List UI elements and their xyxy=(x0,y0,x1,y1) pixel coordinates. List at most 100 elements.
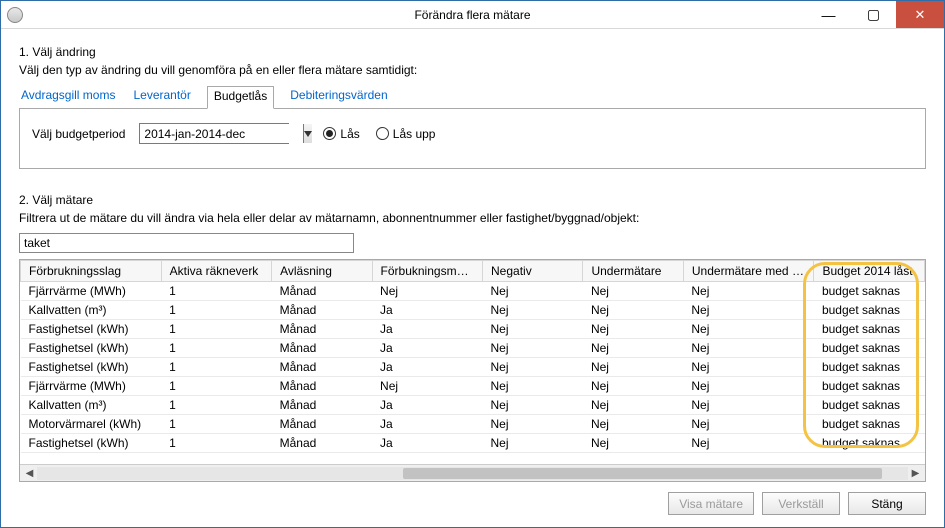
table-cell: 1 xyxy=(161,358,271,377)
content-area: 1. Välj ändring Välj den typ av ändring … xyxy=(1,29,944,527)
col-undermatare-av[interactable]: Undermätare med av… xyxy=(683,261,814,282)
tab-budgetlas[interactable]: Budgetlås xyxy=(207,86,274,109)
table-cell: Nej xyxy=(683,320,814,339)
scroll-track[interactable] xyxy=(37,467,908,480)
table-cell: budget saknas xyxy=(814,434,925,453)
table-cell: 1 xyxy=(161,396,271,415)
table-cell: Månad xyxy=(272,282,372,301)
table-row[interactable]: Fjärrvärme (MWh)1MånadNejNejNejNejbudget… xyxy=(21,282,925,301)
table-cell: Ja xyxy=(372,320,482,339)
tab-debiteringsvarden[interactable]: Debiteringsvärden xyxy=(288,86,389,109)
col-aktiva-rakneverk[interactable]: Aktiva räkneverk xyxy=(161,261,271,282)
table-row[interactable]: Motorvärmarel (kWh)1MånadJaNejNejNejbudg… xyxy=(21,415,925,434)
scroll-left-icon[interactable]: ◀ xyxy=(22,467,37,480)
col-negativ[interactable]: Negativ xyxy=(483,261,583,282)
meter-table-scroll[interactable]: Förbrukningsslag Aktiva räkneverk Avläsn… xyxy=(20,260,925,464)
col-budget-last[interactable]: Budget 2014 låst xyxy=(814,261,925,282)
step2-heading: 2. Välj mätare xyxy=(19,193,926,207)
table-cell: Nej xyxy=(583,301,683,320)
step2-sub: Filtrera ut de mätare du vill ändra via … xyxy=(19,211,926,225)
col-undermatare[interactable]: Undermätare xyxy=(583,261,683,282)
table-cell: Nej xyxy=(683,377,814,396)
chevron-down-icon[interactable] xyxy=(303,124,312,143)
filter-input[interactable] xyxy=(19,233,354,253)
table-cell: Nej xyxy=(483,301,583,320)
table-cell: Månad xyxy=(272,434,372,453)
radio-unlock-label: Lås upp xyxy=(393,127,436,141)
table-cell: Nej xyxy=(483,396,583,415)
budget-period-combo[interactable] xyxy=(139,123,289,144)
close-button-footer[interactable]: Stäng xyxy=(848,492,926,515)
table-cell: Nej xyxy=(483,377,583,396)
table-cell: Ja xyxy=(372,434,482,453)
radio-lock[interactable]: Lås xyxy=(323,127,359,141)
table-cell: Nej xyxy=(683,434,814,453)
table-cell: 1 xyxy=(161,377,271,396)
table-cell: Nej xyxy=(483,415,583,434)
table-cell: Nej xyxy=(583,320,683,339)
table-cell: Motorvärmarel (kWh) xyxy=(21,415,162,434)
app-icon xyxy=(7,7,23,23)
table-cell: 1 xyxy=(161,301,271,320)
scroll-right-icon[interactable]: ▶ xyxy=(908,467,923,480)
show-meter-button[interactable]: Visa mätare xyxy=(668,492,754,515)
radio-lock-label: Lås xyxy=(340,127,359,141)
col-forbukningsmat[interactable]: Förbukningsmät… xyxy=(372,261,482,282)
table-cell: Nej xyxy=(683,282,814,301)
table-cell: Nej xyxy=(583,434,683,453)
table-cell: 1 xyxy=(161,415,271,434)
window-controls: — ▢ ✕ xyxy=(806,1,944,28)
table-cell: Nej xyxy=(683,301,814,320)
table-cell: Nej xyxy=(483,282,583,301)
table-cell: 1 xyxy=(161,434,271,453)
tab-leverantor[interactable]: Leverantör xyxy=(131,86,192,109)
col-forbrukningsslag[interactable]: Förbrukningsslag xyxy=(21,261,162,282)
table-cell: Nej xyxy=(483,339,583,358)
budget-period-input[interactable] xyxy=(140,124,303,143)
table-cell: Kallvatten (m³) xyxy=(21,396,162,415)
meter-table: Förbrukningsslag Aktiva räkneverk Avläsn… xyxy=(20,260,925,453)
maximize-button[interactable]: ▢ xyxy=(851,1,896,28)
table-cell: Månad xyxy=(272,339,372,358)
table-cell: budget saknas xyxy=(814,415,925,434)
scroll-thumb[interactable] xyxy=(403,468,882,479)
footer-buttons: Visa mätare Verkställ Stäng xyxy=(19,482,926,515)
col-avlasning[interactable]: Avläsning xyxy=(272,261,372,282)
table-cell: budget saknas xyxy=(814,358,925,377)
lock-radio-group: Lås Lås upp xyxy=(323,127,435,141)
table-cell: 1 xyxy=(161,339,271,358)
table-cell: Ja xyxy=(372,301,482,320)
table-cell: Kallvatten (m³) xyxy=(21,301,162,320)
tab-avdragsgill-moms[interactable]: Avdragsgill moms xyxy=(19,86,117,109)
app-window: Förändra flera mätare — ▢ ✕ 1. Välj ändr… xyxy=(0,0,945,528)
table-row[interactable]: Kallvatten (m³)1MånadJaNejNejNejbudget s… xyxy=(21,396,925,415)
table-row[interactable]: Fastighetsel (kWh)1MånadJaNejNejNejbudge… xyxy=(21,358,925,377)
table-row[interactable]: Fastighetsel (kWh)1MånadJaNejNejNejbudge… xyxy=(21,339,925,358)
table-cell: Månad xyxy=(272,396,372,415)
table-cell: Ja xyxy=(372,339,482,358)
table-cell: budget saknas xyxy=(814,282,925,301)
table-row[interactable]: Fjärrvärme (MWh)1MånadNejNejNejNejbudget… xyxy=(21,377,925,396)
table-row[interactable]: Fastighetsel (kWh)1MånadJaNejNejNejbudge… xyxy=(21,434,925,453)
table-cell: budget saknas xyxy=(814,396,925,415)
table-row[interactable]: Kallvatten (m³)1MånadJaNejNejNejbudget s… xyxy=(21,301,925,320)
horizontal-scrollbar[interactable]: ◀ ▶ xyxy=(20,464,925,481)
radio-checked-icon xyxy=(323,127,336,140)
table-cell: Nej xyxy=(583,415,683,434)
table-row[interactable]: Fastighetsel (kWh)1MånadJaNejNejNejbudge… xyxy=(21,320,925,339)
table-cell: Fastighetsel (kWh) xyxy=(21,434,162,453)
table-cell: Fastighetsel (kWh) xyxy=(21,320,162,339)
table-header-row: Förbrukningsslag Aktiva räkneverk Avläsn… xyxy=(21,261,925,282)
table-cell: Nej xyxy=(683,415,814,434)
close-button[interactable]: ✕ xyxy=(896,1,944,28)
tab-strip: Avdragsgill moms Leverantör Budgetlås De… xyxy=(19,85,926,109)
table-cell: Ja xyxy=(372,358,482,377)
table-cell: Månad xyxy=(272,358,372,377)
table-cell: Nej xyxy=(372,282,482,301)
table-cell: budget saknas xyxy=(814,377,925,396)
apply-button[interactable]: Verkställ xyxy=(762,492,840,515)
table-cell: Månad xyxy=(272,415,372,434)
radio-unlock[interactable]: Lås upp xyxy=(376,127,436,141)
budget-period-label: Välj budgetperiod xyxy=(32,127,125,141)
minimize-button[interactable]: — xyxy=(806,1,851,28)
